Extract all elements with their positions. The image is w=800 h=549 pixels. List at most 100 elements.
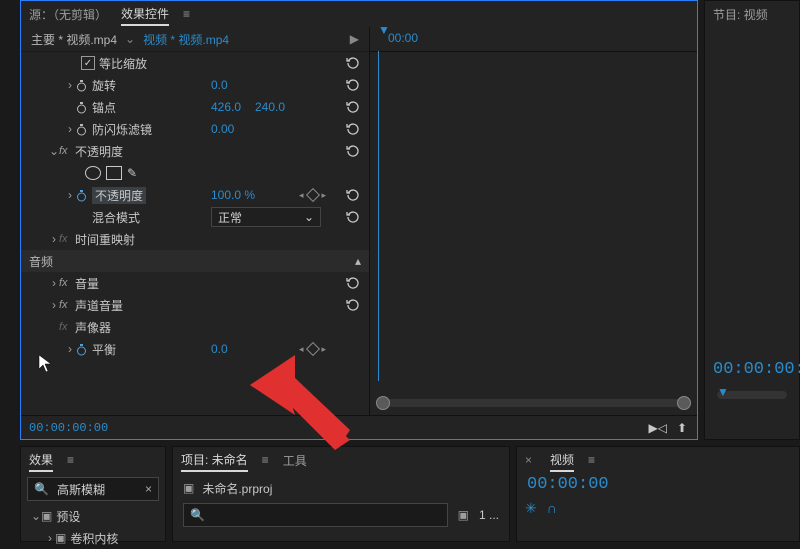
export-frame-icon[interactable]: ⬆ [677, 421, 687, 435]
mask-shapes-row: ✎ [21, 162, 369, 184]
linked-selection-icon[interactable]: ∩ [547, 500, 557, 517]
reset-icon[interactable] [345, 143, 361, 159]
effects-folder-presets[interactable]: ⌄ ▣ 预设 [21, 505, 165, 527]
tab-sequence[interactable]: 视频 [550, 449, 574, 472]
effect-controls-timeline[interactable]: ▼ 00:00 [370, 27, 697, 415]
rotation-value[interactable]: 0.0 [211, 78, 228, 92]
stopwatch-icon[interactable] [75, 101, 88, 114]
prop-uniform-scale[interactable]: ✓ 等比缩放 [21, 52, 369, 74]
twirl-icon[interactable]: › [65, 78, 75, 92]
timeline-zoom-scrollbar[interactable] [378, 399, 689, 407]
stopwatch-icon[interactable] [75, 123, 88, 136]
twirl-icon[interactable]: › [65, 342, 75, 356]
prop-blend-mode[interactable]: › 混合模式 正常⌄ [21, 206, 369, 228]
fx-badge-icon[interactable]: fx [59, 299, 75, 311]
twirl-open-icon[interactable]: ⌄ [49, 144, 59, 158]
blend-mode-select[interactable]: 正常⌄ [211, 207, 321, 227]
tab-program[interactable]: 节目: 视频 [713, 4, 768, 25]
prop-anchor-point[interactable]: › 锚点 426.0 240.0 [21, 96, 369, 118]
close-tab-icon[interactable]: × [525, 453, 532, 467]
folder-icon: ▣ [55, 531, 66, 545]
balance-value[interactable]: 0.0 [211, 342, 228, 356]
panel-menu-icon[interactable]: ≡ [67, 453, 74, 467]
playhead-marker-icon[interactable]: ▼ [717, 385, 729, 399]
effect-controls-properties: 主要 * 视频.mp4 ⌄ 视频 * 视频.mp4 ▶ ✓ 等比缩放 › 旋转 … [21, 27, 370, 415]
prop-opacity[interactable]: › 不透明度 100.0 % ◂▸ [21, 184, 369, 206]
reset-icon[interactable] [345, 99, 361, 115]
reset-icon[interactable] [345, 209, 361, 225]
tab-effect-controls[interactable]: 效果控件 [121, 3, 169, 26]
tab-source[interactable]: 源：（无剪辑） [29, 4, 107, 25]
panel-menu-icon[interactable]: ≡ [262, 453, 269, 467]
fx-badge-icon[interactable]: fx [59, 277, 75, 289]
effect-volume[interactable]: › fx 音量 [21, 272, 369, 294]
reset-icon[interactable] [345, 297, 361, 313]
tab-tools[interactable]: 工具 [283, 450, 307, 471]
effect-time-remap[interactable]: › fx 时间重映射 [21, 228, 369, 250]
new-bin-icon[interactable]: ▣ [458, 508, 469, 522]
fx-badge-icon[interactable]: fx [59, 145, 75, 157]
anchor-x-value[interactable]: 426.0 [211, 100, 241, 114]
expand-timeline-icon[interactable]: ▶ [350, 32, 359, 46]
twirl-icon[interactable]: › [49, 232, 59, 246]
project-search-input[interactable] [211, 507, 441, 523]
checkbox-icon[interactable]: ✓ [81, 56, 95, 70]
effect-channel-volume[interactable]: › fx 声道音量 [21, 294, 369, 316]
fx-badge-icon[interactable]: fx [59, 233, 75, 245]
prop-rotation[interactable]: › 旋转 0.0 [21, 74, 369, 96]
antiflicker-value[interactable]: 0.00 [211, 122, 234, 136]
zoom-handle-right[interactable] [677, 396, 691, 410]
stopwatch-icon[interactable] [75, 79, 88, 92]
folder-icon: ▣ [41, 509, 52, 523]
reset-icon[interactable] [345, 187, 361, 203]
tab-project[interactable]: 项目: 未命名 [181, 449, 248, 472]
playhead-line[interactable] [378, 51, 379, 381]
panel-menu-icon[interactable]: ≡ [183, 7, 190, 21]
project-file-name: 未命名.prproj [202, 480, 272, 497]
zoom-handle-left[interactable] [376, 396, 390, 410]
effects-folder-lumetri[interactable]: › ▣ 卷积内核 [21, 527, 165, 549]
add-keyframe-icon [305, 342, 319, 356]
reset-icon[interactable] [345, 77, 361, 93]
effects-search-input[interactable] [55, 481, 139, 497]
mask-ellipse-icon[interactable] [85, 166, 101, 180]
chevron-down-icon[interactable]: ⌄ [125, 32, 135, 46]
playhead-timecode[interactable]: 00:00:00:00 [21, 417, 116, 439]
mask-rectangle-icon[interactable] [106, 166, 122, 180]
twirl-open-icon[interactable]: ⌄ [31, 509, 41, 523]
twirl-icon[interactable]: › [49, 298, 59, 312]
program-scrubber[interactable]: ▼ [717, 391, 787, 399]
twirl-icon[interactable]: › [65, 188, 75, 202]
mask-pen-icon[interactable]: ✎ [127, 166, 137, 180]
anchor-y-value[interactable]: 240.0 [255, 100, 285, 114]
collapse-up-icon[interactable]: ▴ [355, 254, 361, 268]
keyframe-nav[interactable]: ◂▸ [299, 344, 326, 355]
effect-panner[interactable]: › fx 声像器 [21, 316, 369, 338]
clip-master-name: 主要 * 视频.mp4 [31, 31, 117, 48]
reset-icon[interactable] [345, 121, 361, 137]
stopwatch-active-icon[interactable] [75, 189, 88, 202]
opacity-value[interactable]: 100.0 % [211, 188, 255, 202]
program-timecode[interactable]: 00:00:00:00 [713, 360, 800, 379]
prop-balance[interactable]: › 平衡 0.0 ◂▸ [21, 338, 369, 360]
keyframe-nav[interactable]: ◂▸ [299, 190, 326, 201]
reset-icon[interactable] [345, 275, 361, 291]
audio-section-header[interactable]: 音频 ▴ [21, 250, 369, 272]
twirl-icon[interactable]: › [45, 531, 55, 545]
effect-opacity-group[interactable]: ⌄ fx 不透明度 [21, 140, 369, 162]
search-icon: 🔍 [34, 482, 49, 496]
timeline-ruler-start: 00:00 [382, 31, 418, 45]
twirl-icon[interactable]: › [65, 122, 75, 136]
snap-icon[interactable]: ✳ [525, 500, 537, 517]
sequence-timecode[interactable]: 00:00:00 [527, 475, 609, 494]
clear-search-icon[interactable]: × [145, 482, 152, 496]
reset-icon[interactable] [345, 55, 361, 71]
fx-badge-icon[interactable]: fx [59, 321, 75, 333]
stopwatch-active-icon[interactable] [75, 343, 88, 356]
chevron-down-icon: ⌄ [304, 210, 314, 224]
twirl-icon[interactable]: › [49, 276, 59, 290]
prop-antiflicker[interactable]: › 防闪烁滤镜 0.00 [21, 118, 369, 140]
panel-menu-icon[interactable]: ≡ [588, 453, 595, 467]
loop-playback-icon[interactable]: ▶◁ [648, 421, 666, 435]
tab-effects[interactable]: 效果 [29, 449, 53, 472]
